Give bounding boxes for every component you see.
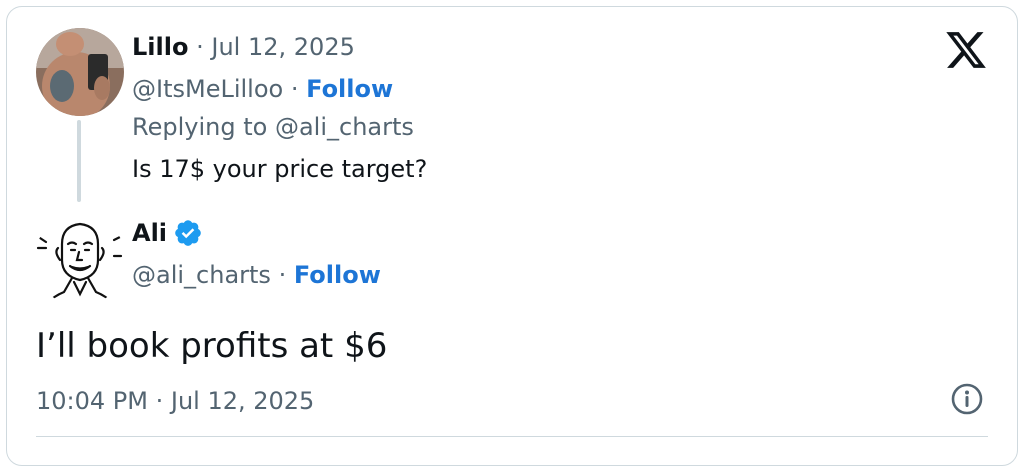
replying-to-prefix: Replying to [132, 113, 268, 141]
parent-tweet-text: Is 17$ your price target? [132, 155, 428, 183]
reply-header: Ali [132, 217, 203, 249]
x-logo-icon[interactable] [944, 28, 988, 72]
reply-tweet-text: I’ll book profits at $6 [36, 326, 388, 366]
info-icon[interactable] [950, 382, 984, 416]
handle-separator: · [290, 75, 299, 103]
parent-follow-link[interactable]: Follow [306, 75, 393, 103]
cartoon-face-avatar [34, 214, 126, 306]
reply-handle[interactable]: @ali_charts [132, 261, 271, 289]
verified-badge-icon [175, 220, 201, 246]
bottom-divider [36, 436, 988, 437]
parent-handle[interactable]: @ItsMeLilloo [132, 75, 283, 103]
lillo-avatar[interactable] [36, 28, 124, 116]
reply-follow-link[interactable]: Follow [294, 261, 381, 289]
replying-to-row: Replying to @ali_charts [132, 111, 414, 143]
reply-handle-row: @ali_charts · Follow [132, 259, 381, 291]
ali-avatar[interactable] [34, 214, 126, 306]
parent-date[interactable]: Jul 12, 2025 [211, 33, 354, 61]
parent-header: Lillo · Jul 12, 2025 [132, 31, 355, 63]
header-separator: · [196, 33, 204, 61]
replying-to-handle[interactable]: @ali_charts [275, 113, 414, 141]
user-photo-avatar [36, 28, 124, 116]
parent-handle-row: @ItsMeLilloo · Follow [132, 73, 393, 105]
parent-author-name[interactable]: Lillo [132, 33, 188, 61]
reply-handle-separator: · [278, 261, 287, 289]
reply-author-name[interactable]: Ali [132, 217, 167, 249]
reply-timestamp[interactable]: 10:04 PM · Jul 12, 2025 [36, 385, 314, 417]
thread-line [77, 120, 81, 202]
